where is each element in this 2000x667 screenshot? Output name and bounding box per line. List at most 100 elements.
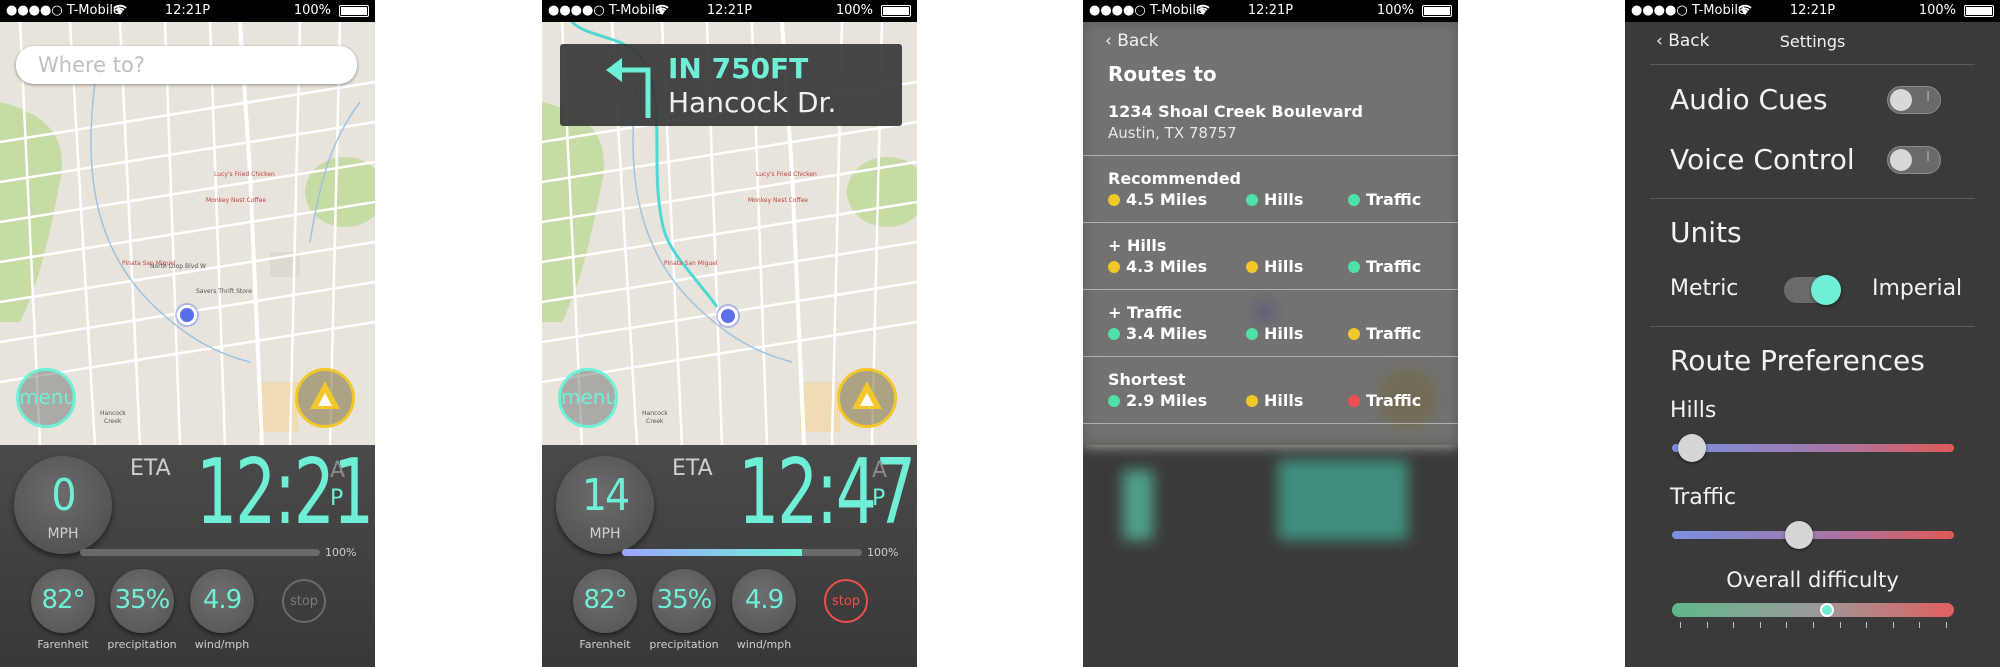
route-traffic: Traffic bbox=[1348, 324, 1421, 343]
back-label: Back bbox=[1117, 31, 1159, 51]
hills-label: Hills bbox=[1670, 398, 1717, 423]
stop-button[interactable]: stop bbox=[282, 579, 326, 623]
svg-text:Hancock: Hancock bbox=[100, 410, 126, 417]
divider bbox=[1650, 64, 1975, 65]
route-name: Recommended bbox=[1108, 169, 1241, 188]
route-option-shortest[interactable]: Shortest 2.9 Miles Hills Traffic bbox=[1083, 356, 1458, 424]
difficulty-tick bbox=[1680, 622, 1681, 628]
battery-percent: 100% bbox=[1376, 3, 1414, 18]
hills-slider[interactable] bbox=[1672, 444, 1954, 452]
search-input[interactable]: Where to? bbox=[16, 46, 357, 84]
svg-text:Hancock: Hancock bbox=[642, 410, 668, 417]
svg-text:North Loop Blvd W: North Loop Blvd W bbox=[150, 263, 206, 270]
temperature-value: 82° bbox=[41, 585, 85, 615]
wind-label: wind/mph bbox=[736, 638, 792, 651]
units-heading: Units bbox=[1670, 216, 1742, 249]
route-traffic: Traffic bbox=[1348, 190, 1421, 209]
map-label: Lucy's Fried Chicken bbox=[214, 171, 275, 178]
screen-navigation: ●●●●○ T-Mobile 12:21P 100% Lucy's Fried … bbox=[542, 0, 917, 667]
difficulty-meter bbox=[1672, 603, 1954, 617]
stop-button[interactable]: stop bbox=[824, 579, 868, 623]
eta-time: 12:47 bbox=[738, 440, 916, 545]
voice-control-label: Voice Control bbox=[1670, 143, 1855, 176]
svg-text:Pinata San Miguel: Pinata San Miguel bbox=[664, 260, 718, 267]
route-preferences-heading: Route Preferences bbox=[1670, 344, 1925, 377]
audio-cues-toggle[interactable]: I bbox=[1887, 86, 1941, 114]
eta-label: ETA bbox=[130, 456, 171, 481]
current-location-marker bbox=[718, 306, 738, 326]
svg-text:Creek: Creek bbox=[104, 418, 122, 425]
eta-label: ETA bbox=[672, 456, 713, 481]
difficulty-tick bbox=[1813, 622, 1814, 628]
trip-progress-bar bbox=[622, 549, 862, 556]
imperial-label: Imperial bbox=[1872, 276, 1963, 301]
screen-settings: ●●●●○ T-Mobile 12:21P 100% ‹ Back Settin… bbox=[1625, 0, 2000, 667]
route-traffic: Traffic bbox=[1348, 257, 1421, 276]
eta-time: 12:21 bbox=[196, 440, 374, 545]
route-option-traffic[interactable]: + Traffic 3.4 Miles Hills Traffic bbox=[1083, 289, 1458, 356]
hills-slider-knob[interactable] bbox=[1677, 434, 1706, 462]
route-distance: 2.9 Miles bbox=[1108, 391, 1207, 410]
turn-left-arrow-icon bbox=[606, 58, 651, 118]
status-bar: ●●●●○ T-Mobile 12:21P 100% bbox=[1083, 0, 1458, 22]
battery-icon bbox=[1964, 5, 1994, 17]
progress-label: 100% bbox=[867, 546, 899, 559]
back-button[interactable]: ‹ Back bbox=[1105, 31, 1158, 51]
route-traffic: Traffic bbox=[1348, 391, 1421, 410]
route-option-recommended[interactable]: Recommended 4.5 Miles Hills Traffic bbox=[1083, 155, 1458, 222]
turn-street: Hancock Dr. bbox=[668, 86, 837, 119]
menu-button[interactable]: menu bbox=[16, 368, 76, 428]
route-option-hills[interactable]: + Hills 4.3 Miles Hills Traffic bbox=[1083, 222, 1458, 289]
traffic-slider[interactable] bbox=[1672, 531, 1954, 539]
svg-text:Monkey Nest Coffee: Monkey Nest Coffee bbox=[748, 197, 808, 204]
wind-value: 4.9 bbox=[744, 585, 784, 615]
temperature-label: Farenheit bbox=[579, 638, 631, 651]
speed-gauge: 0 MPH bbox=[14, 456, 112, 554]
status-dot bbox=[1246, 328, 1258, 340]
status-dot bbox=[1108, 194, 1120, 206]
battery-percent: 100% bbox=[835, 3, 873, 18]
difficulty-tick bbox=[1733, 622, 1735, 628]
precipitation-value: 35% bbox=[656, 585, 713, 615]
wind-gauge: 4.9 bbox=[732, 569, 796, 633]
audio-cues-label: Audio Cues bbox=[1670, 83, 1828, 116]
difficulty-tick bbox=[1786, 622, 1788, 628]
wind-label: wind/mph bbox=[194, 638, 250, 651]
status-bar: ●●●●○ T-Mobile 12:21P 100% bbox=[1625, 0, 2000, 22]
status-dot bbox=[1348, 328, 1360, 340]
svg-text:Savers Thrift Store: Savers Thrift Store bbox=[196, 288, 252, 295]
route-name: + Hills bbox=[1108, 236, 1167, 255]
route-name: + Traffic bbox=[1108, 303, 1183, 322]
chevron-left-icon: ‹ bbox=[1105, 31, 1118, 51]
route-distance: 4.3 Miles bbox=[1108, 257, 1207, 276]
am-indicator: A bbox=[330, 458, 346, 483]
temperature-gauge: 82° bbox=[573, 569, 637, 633]
hazard-button[interactable] bbox=[837, 368, 897, 428]
battery-icon bbox=[881, 5, 911, 17]
turn-instruction-card: IN 750FT Hancock Dr. bbox=[560, 44, 902, 126]
route-hills: Hills bbox=[1246, 324, 1303, 343]
destination-address: 1234 Shoal Creek Boulevard bbox=[1108, 102, 1363, 121]
hazard-button[interactable] bbox=[295, 368, 355, 428]
status-dot bbox=[1348, 395, 1360, 407]
speed-gauge: 14 MPH bbox=[556, 456, 654, 554]
am-indicator: A bbox=[872, 458, 888, 483]
precipitation-gauge: 35% bbox=[652, 569, 716, 633]
route-distance: 4.5 Miles bbox=[1108, 190, 1207, 209]
svg-text:Creek: Creek bbox=[646, 418, 664, 425]
traffic-slider-knob[interactable] bbox=[1784, 521, 1813, 549]
status-dot bbox=[1348, 194, 1360, 206]
wind-gauge: 4.9 bbox=[190, 569, 254, 633]
pm-indicator: P bbox=[330, 486, 344, 511]
menu-button[interactable]: menu bbox=[558, 368, 618, 428]
voice-control-toggle[interactable]: I bbox=[1887, 146, 1941, 174]
units-toggle[interactable] bbox=[1784, 275, 1841, 305]
difficulty-tick bbox=[1946, 622, 1947, 628]
page-title: Routes to bbox=[1108, 62, 1217, 86]
battery-percent: 100% bbox=[293, 3, 331, 18]
status-bar: ●●●●○ T-Mobile 12:21P 100% bbox=[0, 0, 375, 22]
precipitation-label: precipitation bbox=[649, 638, 719, 651]
precipitation-value: 35% bbox=[114, 585, 171, 615]
difficulty-tick bbox=[1759, 622, 1761, 628]
difficulty-tick bbox=[1892, 622, 1894, 628]
